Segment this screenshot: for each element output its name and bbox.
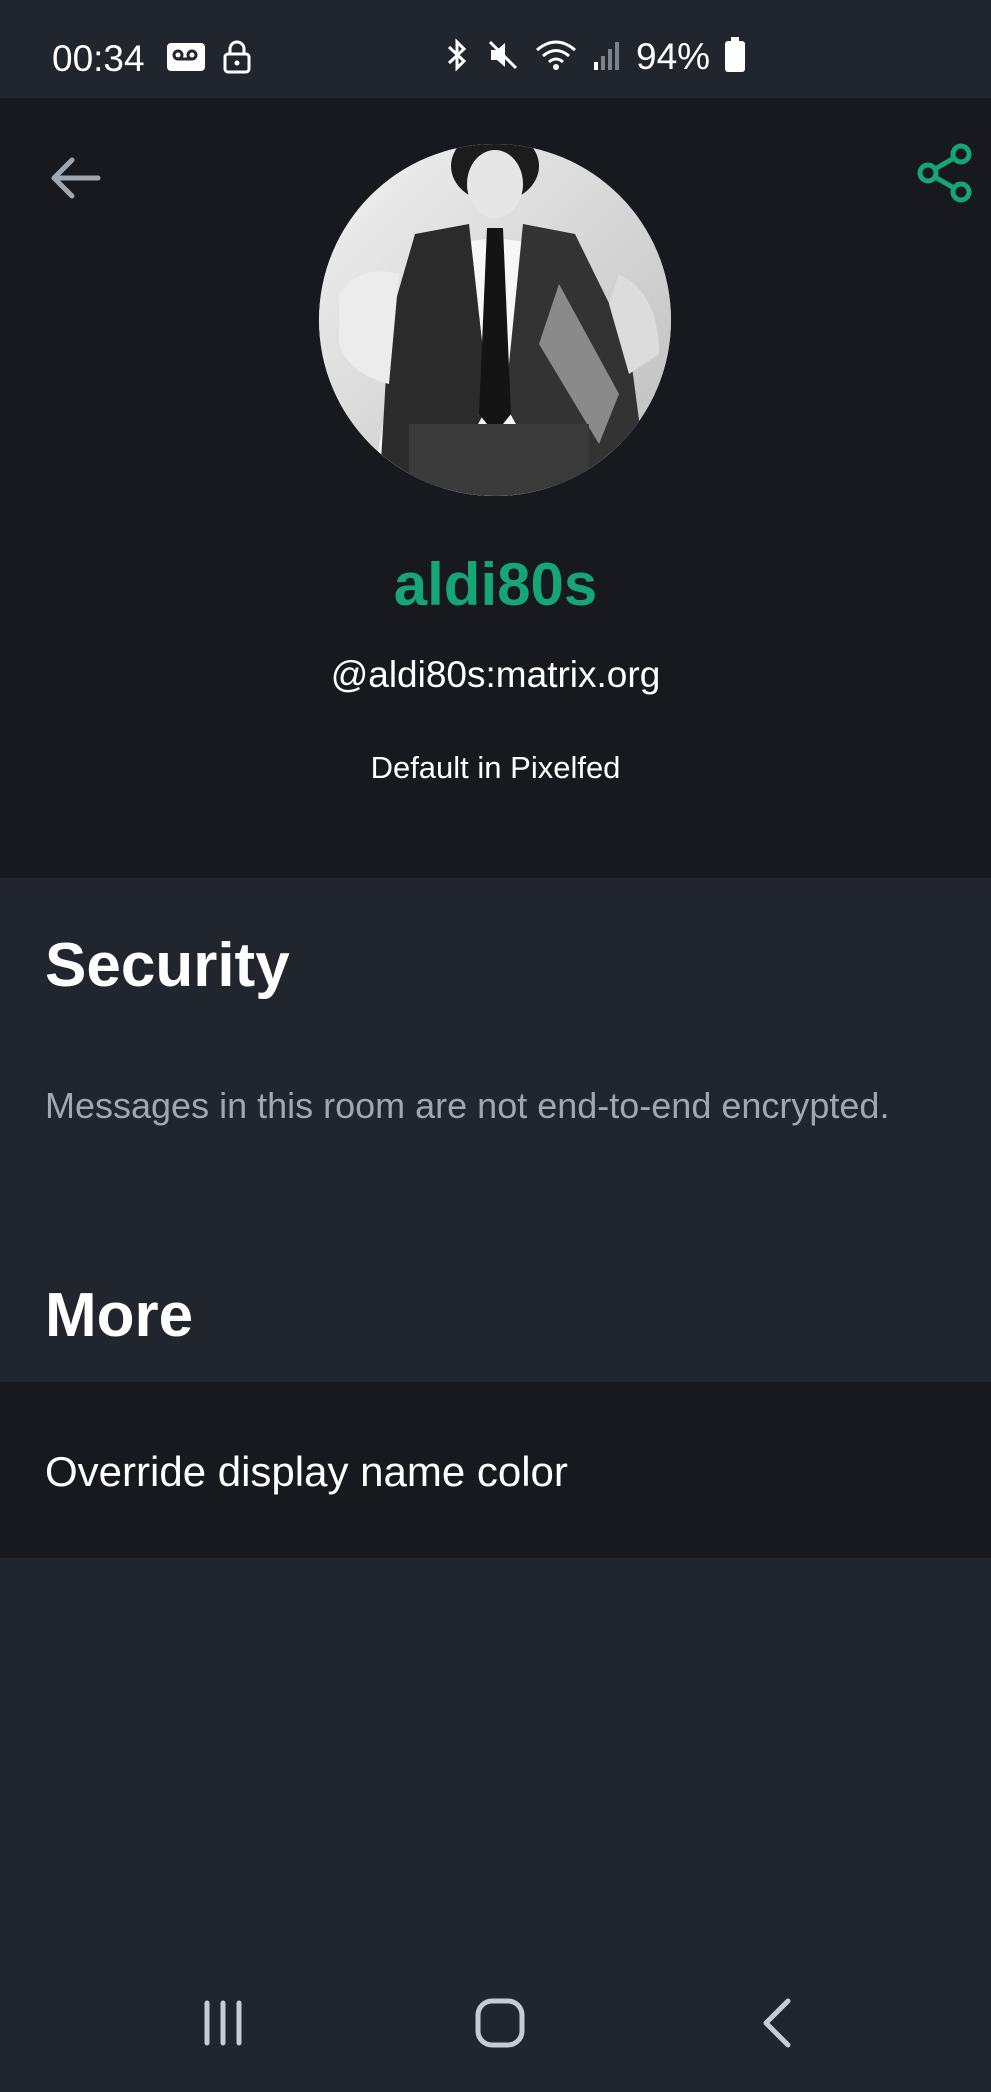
avatar-photo: [319, 144, 671, 496]
status-time: 00:34: [52, 38, 145, 79]
battery-icon: [724, 36, 746, 78]
bluetooth-icon: [442, 37, 472, 77]
system-nav-bar: [0, 1960, 991, 2092]
lock-icon: [222, 40, 252, 79]
battery-percent: 94%: [636, 36, 711, 77]
arrow-left-icon: [50, 156, 102, 205]
signal-icon: [592, 38, 622, 77]
home-icon: [474, 1997, 526, 2054]
profile-header: aldi80s @aldi80s:matrix.org Default in P…: [0, 98, 991, 878]
share-button[interactable]: [910, 140, 980, 210]
back-button[interactable]: [44, 148, 108, 212]
display-name: aldi80s: [393, 551, 598, 618]
home-button[interactable]: [455, 1980, 545, 2070]
back-icon: [758, 1997, 798, 2054]
recent-apps-button[interactable]: [178, 1980, 268, 2070]
wifi-icon: [534, 38, 578, 77]
user-id: @aldi80s:matrix.org: [330, 654, 661, 695]
list-item-label: Override display name color: [45, 1448, 568, 1495]
user-profile-screen: 00:34 94% aldi80s @aldi80s:matrix.org De…: [0, 0, 991, 2092]
security-heading: Security: [45, 931, 290, 1000]
override-display-name-color-item[interactable]: Override display name color: [0, 1382, 991, 1558]
voicemail-icon: [166, 42, 206, 77]
more-heading: More: [45, 1281, 194, 1350]
status-bar: 00:34 94%: [0, 0, 991, 98]
status-notification-icons: [166, 40, 252, 79]
mute-icon: [486, 38, 520, 77]
status-system-icons: 94%: [442, 36, 746, 78]
avatar[interactable]: [319, 144, 671, 496]
security-description: Messages in this room are not end-to-end…: [45, 1085, 890, 1126]
system-back-button[interactable]: [733, 1980, 823, 2070]
share-icon: [915, 142, 975, 209]
recent-apps-icon: [199, 1999, 247, 2052]
power-level: Default in Pixelfed: [370, 750, 621, 785]
